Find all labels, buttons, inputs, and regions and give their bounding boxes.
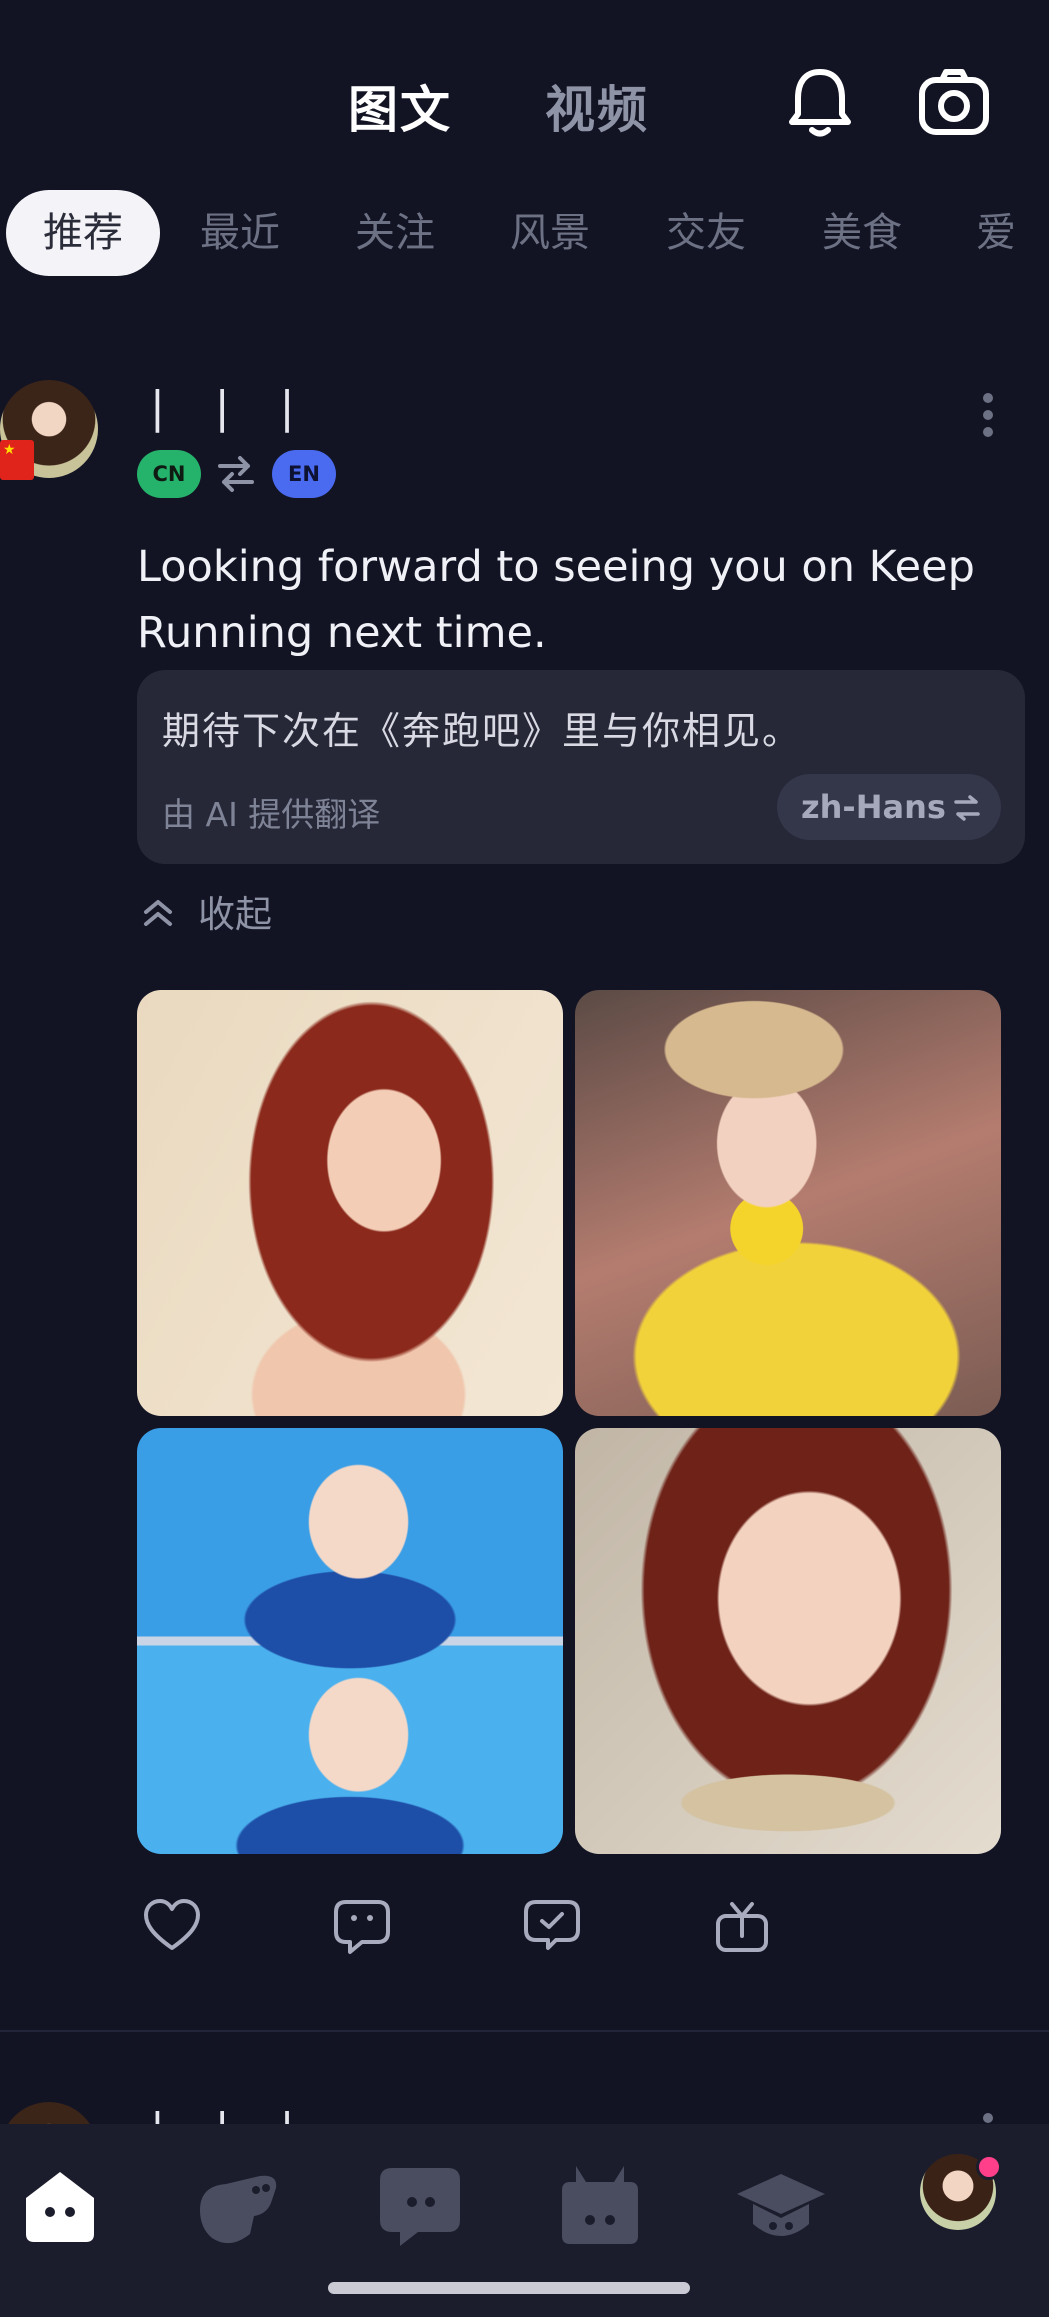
more-options-icon[interactable]	[980, 390, 996, 440]
post-photo-2[interactable]	[575, 990, 1001, 1416]
game-icon[interactable]	[190, 2158, 286, 2254]
post-username[interactable]: | | |	[150, 382, 312, 433]
chip-friends[interactable]: 交友	[656, 190, 756, 276]
home-indicator[interactable]	[328, 2282, 690, 2294]
translation-language-button[interactable]: zh-Hans	[777, 774, 1001, 840]
check-message-icon[interactable]	[522, 1896, 582, 1956]
collapse-label: 收起	[198, 893, 272, 936]
camera-icon[interactable]	[914, 62, 994, 142]
chip-scenery[interactable]: 风景	[500, 190, 600, 276]
swap-arrows-icon	[218, 456, 254, 492]
graduation-cap-icon[interactable]	[733, 2158, 829, 2254]
like-heart-icon[interactable]	[142, 1896, 202, 1956]
double-chevron-up-icon	[144, 900, 172, 926]
collapse-translation-button[interactable]: 收起	[140, 884, 272, 938]
bell-icon[interactable]	[780, 62, 860, 142]
comment-icon[interactable]	[332, 1896, 392, 1956]
ai-translation-credit: 由 AI 提供翻译	[162, 795, 381, 834]
post-photo-3[interactable]	[137, 1428, 563, 1854]
chip-love[interactable]: 爱	[966, 190, 1026, 276]
target-language-badge: EN	[272, 450, 336, 498]
chip-recommend[interactable]: 推荐	[6, 190, 160, 276]
post-body-text: Looking forward to seeing you on Keep Ru…	[137, 542, 975, 658]
chip-following[interactable]: 关注	[345, 190, 445, 276]
translation-text: 期待下次在《奔跑吧》里与你相见。	[162, 709, 803, 753]
category-chips: 推荐 最近 关注 风景 交友 美食 爱	[0, 190, 1049, 278]
source-language-badge: CN	[137, 450, 201, 498]
chip-food[interactable]: 美食	[812, 190, 912, 276]
notification-dot	[976, 2154, 1002, 2180]
post-photo-4[interactable]	[575, 1428, 1001, 1854]
chat-icon[interactable]	[372, 2158, 468, 2254]
swap-icon	[954, 795, 980, 821]
post-divider	[0, 2030, 1049, 2032]
gift-icon[interactable]	[712, 1896, 772, 1956]
translation-language-label: zh-Hans	[801, 788, 946, 826]
country-flag-icon	[0, 440, 34, 480]
tab-video[interactable]: 视频	[545, 70, 649, 142]
app-screen: 图文 视频 推荐 最近 关注 风景 交友 美食 爱 | | | CN EN Lo…	[0, 0, 1049, 2317]
tab-image-text[interactable]: 图文	[348, 70, 452, 142]
home-icon[interactable]	[12, 2158, 108, 2254]
chip-recent[interactable]: 最近	[190, 190, 290, 276]
post-photo-1[interactable]	[137, 990, 563, 1416]
bag-icon[interactable]	[552, 2158, 648, 2254]
translation-card: 期待下次在《奔跑吧》里与你相见。 由 AI 提供翻译 zh-Hans	[137, 670, 1025, 864]
